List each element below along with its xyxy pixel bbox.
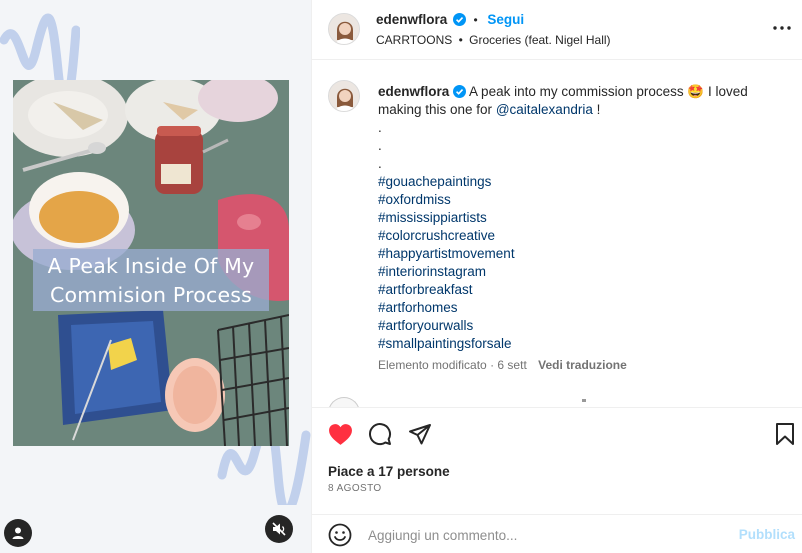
tagged-users-button[interactable] [4, 519, 32, 547]
meta-separator: · [490, 358, 495, 372]
post-date: 8 AGOSTO [328, 483, 382, 494]
next-comment-fragment [582, 399, 586, 402]
post-age: 6 sett [497, 358, 527, 372]
music-artist: CARRTOONS [376, 33, 453, 47]
caption-mention-link[interactable]: @caitalexandria [496, 102, 593, 117]
media-text-overlay: A Peak Inside Of My Commision Process [33, 249, 269, 311]
emoji-picker-button[interactable] [328, 523, 352, 547]
mute-toggle-button[interactable] [265, 515, 293, 543]
music-info[interactable]: CARRTOONS • Groceries (feat. Nigel Hall) [376, 33, 611, 47]
next-comment-avatar [328, 397, 360, 407]
post-side-panel: edenwflora • Segui CARRTOONS • Groceries… [311, 0, 802, 553]
smiley-icon [328, 523, 352, 547]
follow-button[interactable]: Segui [487, 12, 524, 27]
caption-dot: . [378, 156, 382, 171]
hashtag-link[interactable]: #artforyourwalls [378, 317, 778, 335]
caption-username[interactable]: edenwflora [378, 84, 449, 99]
author-avatar[interactable] [328, 13, 360, 45]
author-username[interactable]: edenwflora [376, 12, 447, 27]
overlay-line-2: Commision Process [49, 283, 253, 307]
hashtag-link[interactable]: #gouachepaintings [378, 173, 778, 191]
like-button[interactable] [327, 421, 353, 447]
overlay-line-1: A Peak Inside Of My [47, 254, 255, 278]
see-translation-link[interactable]: Vedi traduzione [538, 358, 627, 372]
comment-icon [369, 423, 392, 446]
music-separator: • [458, 33, 463, 47]
post-media[interactable]: A Peak Inside Of My Commision Process [0, 0, 311, 553]
hashtag-link[interactable]: #mississippiartists [378, 209, 778, 227]
publish-comment-button[interactable]: Pubblica [739, 527, 795, 542]
heart-icon [328, 423, 352, 445]
comment-input[interactable] [368, 523, 728, 547]
caption-text-part1: A peak into my commission process [469, 84, 684, 99]
caption-dot: . [378, 120, 382, 135]
user-tag-icon [12, 527, 24, 539]
paper-plane-icon [409, 424, 431, 445]
hashtag-link[interactable]: #artforbreakfast [378, 281, 778, 299]
share-button[interactable] [407, 421, 433, 447]
bookmark-icon [776, 423, 794, 445]
music-title: Groceries (feat. Nigel Hall) [469, 33, 611, 47]
more-options-button[interactable] [772, 20, 792, 36]
hashtag-link[interactable]: #happyartistmovement [378, 245, 778, 263]
comment-button[interactable] [367, 421, 393, 447]
hashtag-link[interactable]: #oxfordmiss [378, 191, 778, 209]
caption-meta: Elemento modificato · 6 sett Vedi traduz… [378, 358, 627, 372]
hashtag-link[interactable]: #artforhomes [378, 299, 778, 317]
muted-speaker-icon [272, 522, 286, 536]
star-struck-emoji: 🤩 [687, 84, 705, 99]
more-options-icon [773, 26, 791, 30]
verified-badge-icon [452, 13, 466, 26]
caption-text-part3: ! [596, 102, 601, 117]
post-header: edenwflora • Segui CARRTOONS • Groceries… [312, 0, 802, 60]
hashtag-link[interactable]: #interiorinstagram [378, 263, 778, 281]
post-caption: edenwflora A peak into my commission pro… [378, 83, 778, 353]
likes-count[interactable]: Piace a 17 persone [328, 464, 450, 479]
caption-author-avatar[interactable] [328, 80, 360, 112]
caption-dot: . [378, 138, 382, 153]
verified-badge-icon [453, 85, 467, 98]
post-actions: Piace a 17 persone 8 AGOSTO [312, 407, 802, 517]
hashtag-link[interactable]: #colorcrushcreative [378, 227, 778, 245]
add-comment-bar: Pubblica [312, 514, 802, 553]
save-button[interactable] [772, 421, 798, 447]
header-separator: • [473, 13, 478, 27]
caption-first-paragraph: edenwflora A peak into my commission pro… [378, 83, 778, 119]
comments-section[interactable]: edenwflora A peak into my commission pro… [312, 61, 802, 407]
edited-label: Elemento modificato [378, 358, 487, 372]
hashtag-link[interactable]: #smallpaintingsforsale [378, 335, 778, 353]
